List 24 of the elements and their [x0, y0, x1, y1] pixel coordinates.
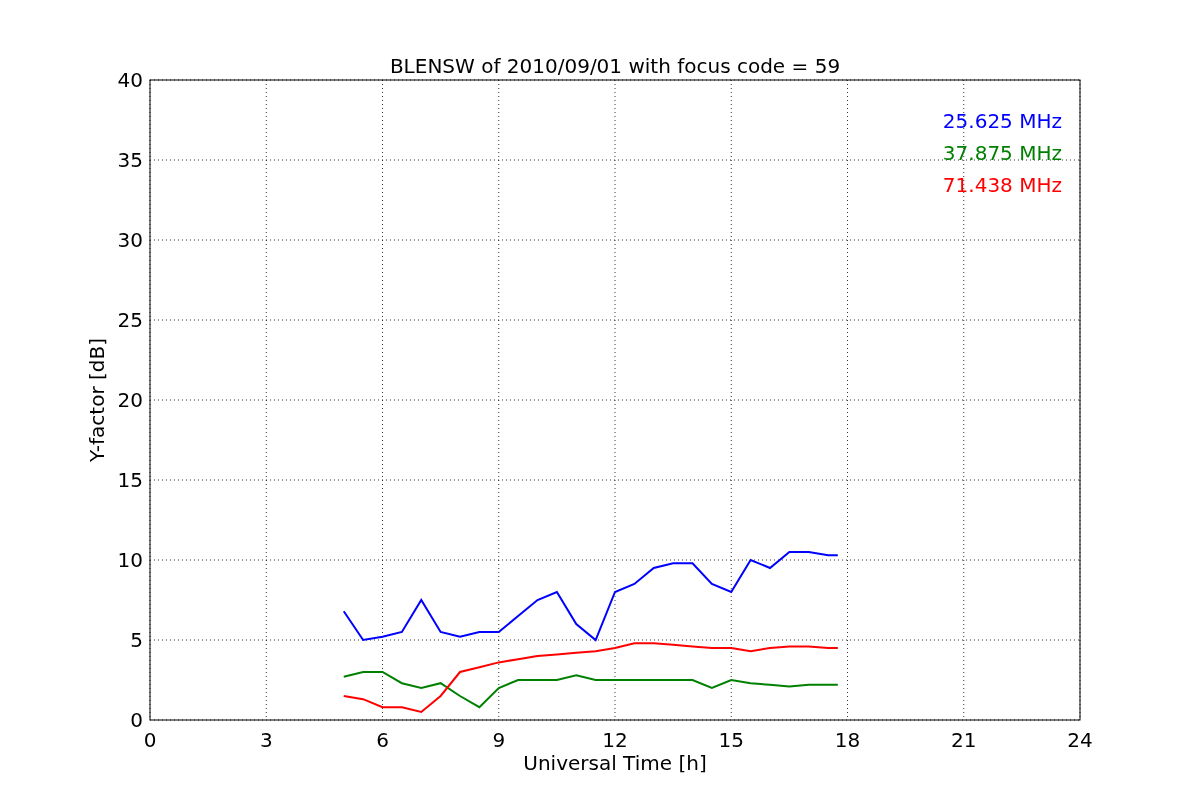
x-tick-label: 3	[259, 728, 273, 752]
y-tick-label: 15	[117, 468, 143, 492]
x-tick-label: 21	[951, 728, 977, 752]
x-tick-label: 9	[492, 728, 506, 752]
x-tick-label: 6	[376, 728, 389, 752]
x-tick-label: 24	[1067, 728, 1093, 752]
legend-label: 25.625 MHz	[942, 109, 1062, 133]
y-axis-label: Y-factor [dB]	[85, 338, 109, 462]
y-tick-label: 25	[117, 308, 143, 332]
x-tick-label: 15	[718, 728, 744, 752]
legend-label: 71.438 MHz	[942, 173, 1062, 197]
x-tick-label: 18	[834, 728, 861, 752]
y-tick-label: 10	[117, 548, 143, 572]
y-tick-label: 35	[117, 148, 143, 172]
y-tick-label: 40	[117, 68, 143, 92]
y-tick-label: 0	[130, 708, 143, 732]
y-tick-label: 20	[117, 388, 143, 412]
y-tick-label: 5	[130, 628, 143, 652]
x-axis-label: Universal Time [h]	[523, 751, 707, 775]
legend-label: 37.875 MHz	[942, 141, 1062, 165]
y-tick-label: 30	[117, 228, 143, 252]
x-tick-label: 12	[602, 728, 628, 752]
chart-title: BLENSW of 2010/09/01 with focus code = 59	[389, 54, 841, 78]
x-tick-label: 0	[143, 728, 157, 752]
